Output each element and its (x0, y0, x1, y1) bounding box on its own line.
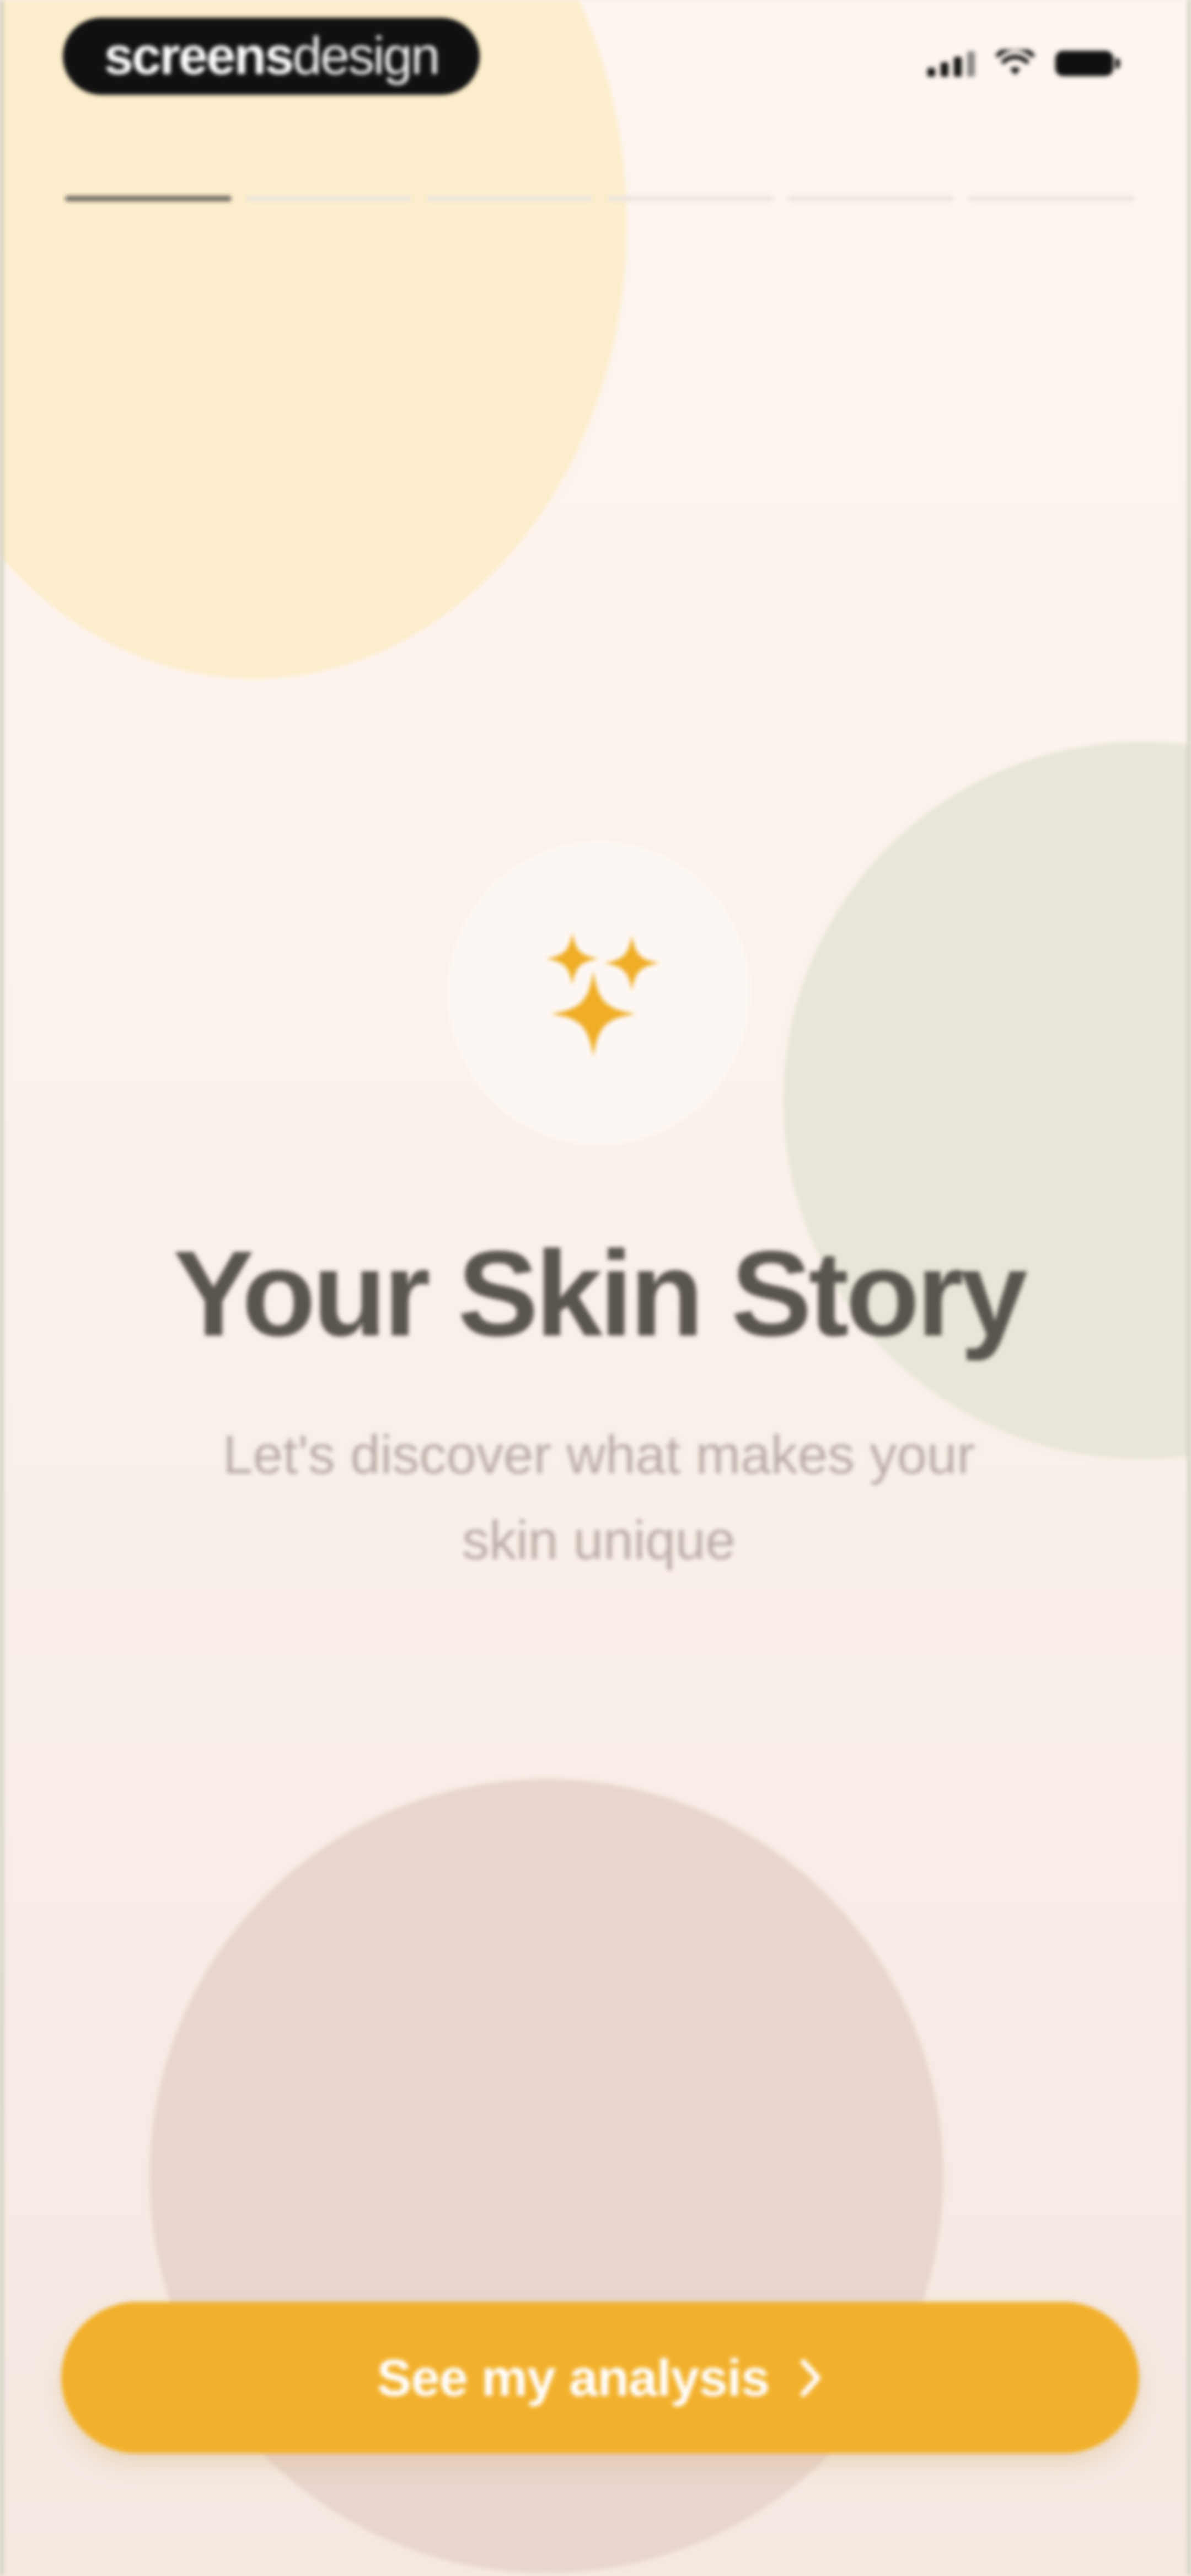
page-subtitle: Let's discover what makes your skin uniq… (222, 1424, 975, 1570)
sparkles-icon (546, 932, 660, 1057)
progress-segment (426, 196, 593, 201)
status-icons (927, 50, 1120, 77)
cellular-signal-icon (927, 50, 975, 77)
see-my-analysis-button[interactable]: See my analysis (61, 2302, 1139, 2454)
progress-segment (65, 196, 232, 201)
status-bar: screensdesign (3, 0, 1188, 116)
battery-icon (1055, 51, 1120, 76)
hero-icon-badge (447, 841, 750, 1145)
decorative-rose-blob (149, 1779, 943, 2573)
onboarding-screen: screensdesign Your Skin Story Let's disc… (0, 0, 1191, 2576)
onboarding-progress (65, 196, 1135, 206)
brand-badge: screensdesign (63, 18, 480, 95)
progress-segment (607, 196, 774, 201)
brand-logo: screensdesign (104, 30, 441, 83)
page-title: Your Skin Story (173, 1226, 1028, 1361)
wifi-icon (996, 50, 1034, 75)
progress-segment (968, 196, 1135, 201)
cta-label: See my analysis (377, 2348, 770, 2407)
progress-segment (245, 196, 412, 201)
chevron-right-icon (801, 2359, 821, 2397)
brand-suffix: design (292, 26, 441, 85)
progress-segment (787, 196, 954, 201)
brand-prefix: screens (104, 26, 294, 85)
